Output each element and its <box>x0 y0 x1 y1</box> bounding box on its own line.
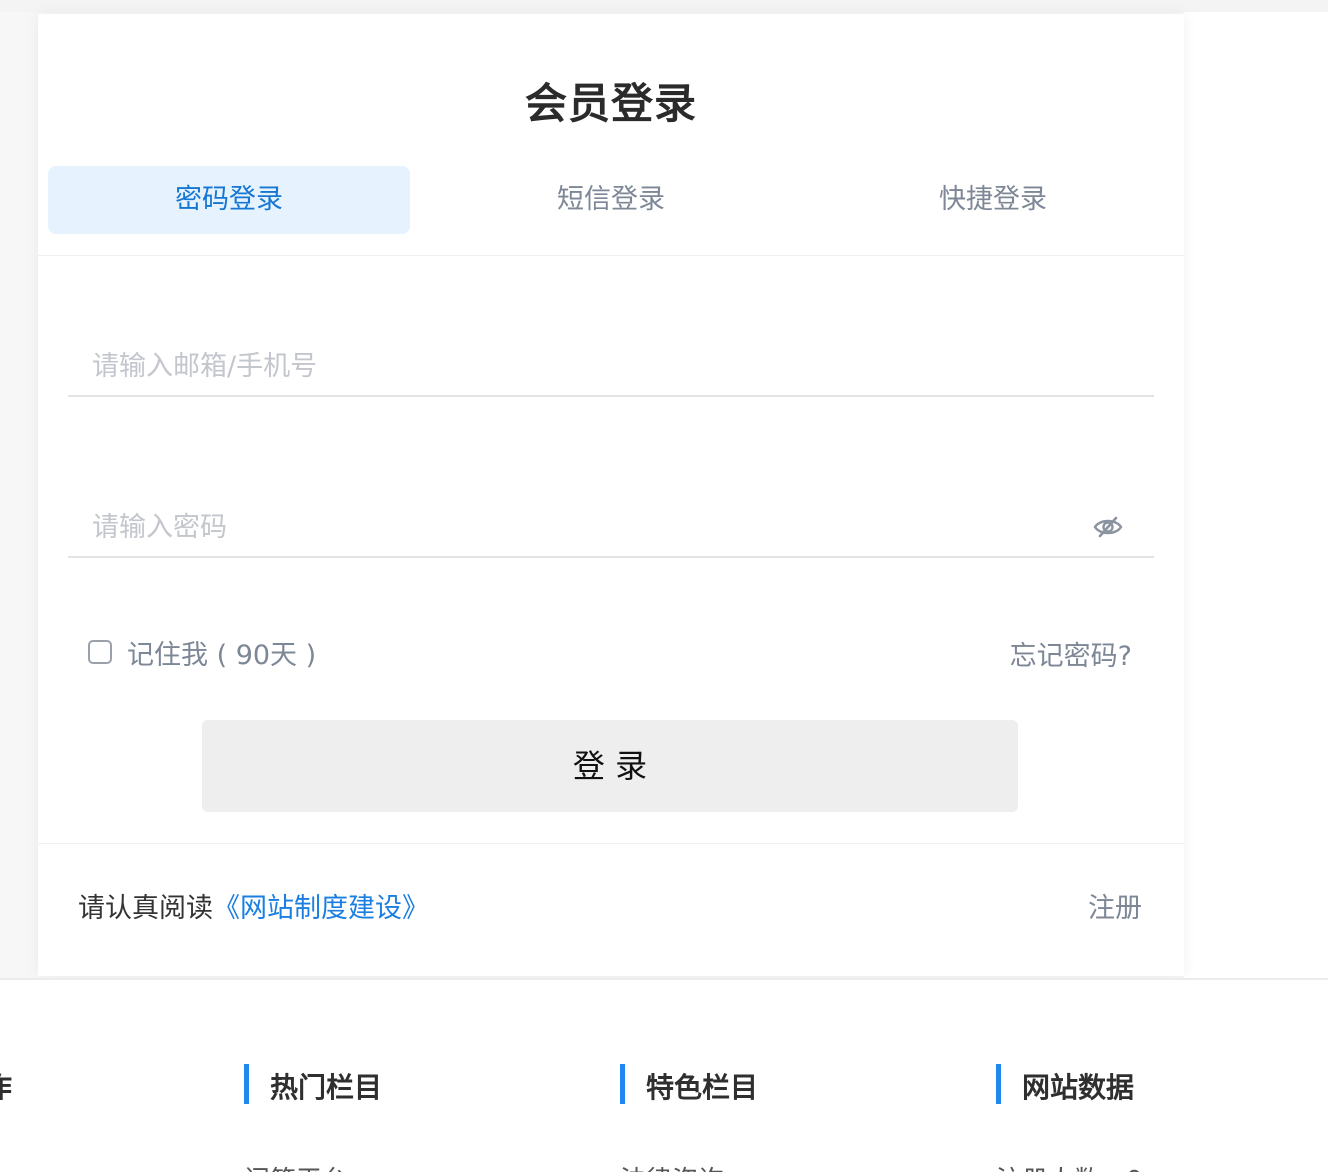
password-input[interactable] <box>68 498 1154 556</box>
page: 会员登录 密码登录 短信登录 快捷登录 记住我 ( 90天 ) 忘记密码 <box>0 0 1328 1172</box>
remember-checkbox[interactable] <box>88 640 112 664</box>
column-title: 网站数据 <box>1022 1071 1135 1104</box>
account-field <box>68 337 1154 397</box>
login-title: 会员登录 <box>524 79 697 128</box>
register-link[interactable]: 注册 <box>1088 886 1142 925</box>
column-title: 热门栏目 <box>270 1071 383 1104</box>
divider <box>38 843 1184 844</box>
forgot-password-link[interactable]: 忘记密码? <box>1010 634 1132 673</box>
remember-label: 记住我 ( 90天 ) <box>127 639 317 671</box>
footer-link[interactable]: 问答平台 <box>244 1160 348 1172</box>
column-title: 特色栏目 <box>646 1071 759 1104</box>
password-field <box>68 498 1154 558</box>
login-card: 会员登录 密码登录 短信登录 快捷登录 记住我 ( 90天 ) 忘记密码 <box>38 14 1184 976</box>
remember-me: 记住我 ( 90天 ) <box>88 634 317 671</box>
column-accent-bar <box>244 1064 249 1104</box>
column-accent-bar <box>996 1064 1001 1104</box>
agreement-link[interactable]: 《网站制度建设》 <box>213 893 429 924</box>
login-tabs: 密码登录 短信登录 快捷登录 <box>48 166 1174 234</box>
eye-slash-icon[interactable] <box>1092 514 1124 540</box>
agreement-notice: 请认真阅读《网站制度建设》 <box>78 886 429 925</box>
footer-stat: 注册人数：0 <box>996 1160 1143 1172</box>
footer-edge-text: 作 <box>0 1066 12 1106</box>
agreement-prefix: 请认真阅读 <box>78 893 213 924</box>
footer-link[interactable]: 法律咨询 <box>620 1160 724 1172</box>
top-strip <box>0 0 1328 12</box>
column-accent-bar <box>620 1064 625 1104</box>
right-background <box>1184 12 1328 978</box>
tab-quick-login[interactable]: 快捷登录 <box>812 166 1174 234</box>
tab-password-login[interactable]: 密码登录 <box>48 166 410 234</box>
login-button[interactable]: 登 录 <box>202 720 1018 812</box>
account-input[interactable] <box>68 337 1154 395</box>
tab-sms-login[interactable]: 短信登录 <box>430 166 792 234</box>
divider <box>38 255 1184 256</box>
footer: 作 热门栏目 特色栏目 网站数据 问答平台 法律咨询 注册人数：0 <box>0 978 1328 1172</box>
